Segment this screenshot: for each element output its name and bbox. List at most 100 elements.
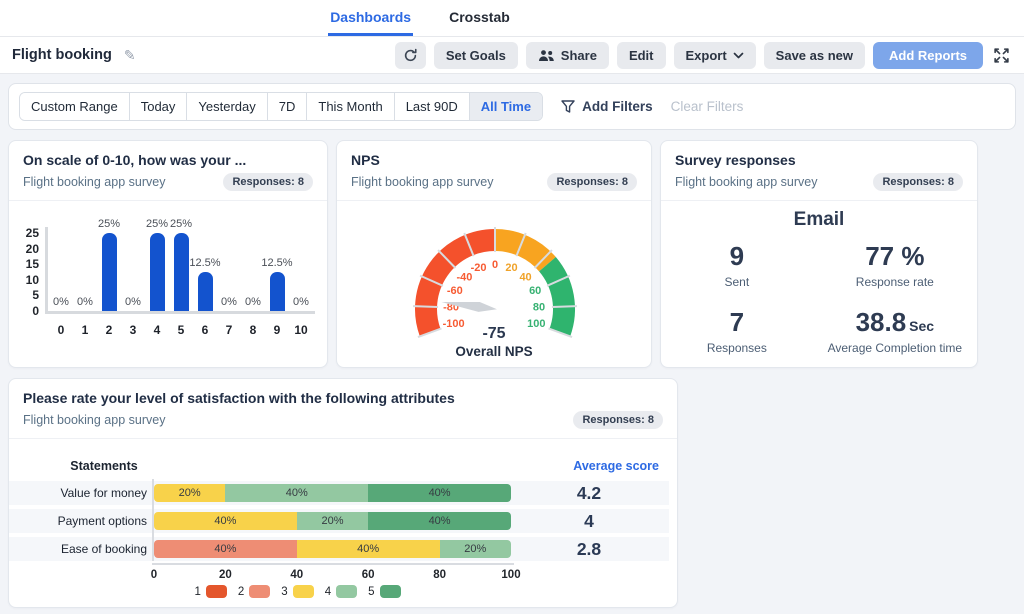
set-goals-label: Set Goals [446,48,506,63]
card-nps: NPS Flight booking app survey Responses:… [336,140,652,368]
save-as-new-label: Save as new [776,48,853,63]
rating-legend: 12345 [119,585,476,598]
stat-label: Response rate [813,275,977,289]
x-axis-label: 5 [169,323,193,337]
svg-text:40: 40 [519,271,531,283]
x-axis-line [45,311,315,314]
responses-badge: Responses: 8 [223,173,313,191]
legend-label: 2 [238,586,244,598]
x-axis-tick: 80 [425,569,455,581]
tab-crosstab[interactable]: Crosstab [447,0,512,36]
segment-rating-3: 20% [154,484,225,502]
bar-value-label: 12.5% [183,257,227,269]
legend-swatch [293,585,314,598]
card-subtitle: Flight booking app survey [675,175,817,189]
add-reports-label: Add Reports [889,48,967,63]
row-label: Value for money [9,481,147,505]
row-label: Payment options [9,509,147,533]
share-button[interactable]: Share [526,42,609,69]
row-label: Ease of booking [9,537,147,561]
x-axis-label: 6 [193,323,217,337]
average-score-column-header[interactable]: Average score [514,459,659,473]
legend-label: 5 [368,586,374,598]
segment-rating-5: 40% [368,512,511,530]
card-survey-responses: Survey responses Flight booking app surv… [660,140,978,368]
x-axis-tick: 0 [139,569,169,581]
satisfaction-stacked-chart: Statements Average score Value for money… [9,441,677,607]
svg-text:-60: -60 [447,285,463,297]
range-this-month[interactable]: This Month [307,93,394,120]
y-axis-tick: 15 [15,257,39,271]
stat-value: 38.8 [856,307,907,337]
stat-sent: 9 Sent [661,241,813,289]
segment-rating-2: 40% [154,540,297,558]
bar-value-label: 25% [159,218,203,230]
export-button[interactable]: Export [674,42,756,69]
legend-item-3: 3 [281,585,313,598]
range-7d[interactable]: 7D [268,93,308,120]
x-axis-label: 7 [217,323,241,337]
legend-swatch [206,585,227,598]
range-yesterday[interactable]: Yesterday [187,93,267,120]
add-reports-button[interactable]: Add Reports [873,42,983,69]
segment-rating-4: 20% [440,540,511,558]
clear-filters-button[interactable]: Clear Filters [671,99,744,114]
stat-responses: 7 Responses [661,307,813,355]
y-axis-tick: 5 [15,288,39,302]
stacked-bar: 40%20%40% [154,512,511,530]
bar-value-label: 12.5% [255,257,299,269]
y-axis-tick: 0 [15,304,39,318]
card-title: NPS [351,152,637,168]
range-last-90d[interactable]: Last 90D [395,93,470,120]
edit-label: Edit [629,48,654,63]
segment-rating-3: 40% [154,512,297,530]
range-today[interactable]: Today [130,93,188,120]
edit-title-pencil-icon[interactable]: ✎ [124,47,136,64]
card-satisfaction: Please rate your level of satisfaction w… [8,378,678,608]
stat-value: 9 [661,241,813,272]
nps-scale-bar-chart: 05101520250%00%125%20%325%425%512.5%60%7… [9,199,327,367]
stacked-bar: 20%40%40% [154,484,511,502]
legend-label: 3 [281,586,287,598]
average-score-value: 2.8 [519,537,659,561]
bar-4 [150,233,165,311]
svg-text:60: 60 [529,285,541,297]
stats-grid: 9 Sent 77 % Response rate 7 Responses 38… [661,241,977,355]
channel-title: Email [661,209,977,231]
segment-rating-4: 20% [297,512,368,530]
legend-item-2: 2 [238,585,270,598]
stat-value: 77 % [813,241,977,272]
edit-button[interactable]: Edit [617,42,666,69]
stacked-bar: 40%40%20% [154,540,511,558]
range-all-time[interactable]: All Time [470,93,542,120]
add-filters-button[interactable]: Add Filters [561,99,653,114]
svg-text:-20: -20 [471,262,487,274]
legend-swatch [380,585,401,598]
bar-value-label: 0% [111,296,155,308]
expand-icon [993,47,1010,64]
x-axis-tick: 60 [353,569,383,581]
stat-label: Sent [661,275,813,289]
segment-rating-3: 40% [297,540,440,558]
save-as-new-button[interactable]: Save as new [764,42,865,69]
responses-badge: Responses: 8 [573,411,663,429]
refresh-button[interactable] [395,42,426,69]
svg-text:20: 20 [505,262,517,274]
set-goals-button[interactable]: Set Goals [434,42,518,69]
x-axis-line [152,563,514,565]
bar-value-label: 0% [63,296,107,308]
card-nps-scale: On scale of 0-10, how was your ... Fligh… [8,140,328,368]
svg-text:80: 80 [533,301,545,313]
range-custom-range[interactable]: Custom Range [20,93,130,120]
tab-dashboards[interactable]: Dashboards [328,0,413,36]
legend-item-4: 4 [325,585,357,598]
nps-caption: Overall NPS [337,344,651,359]
fullscreen-button[interactable] [991,45,1012,66]
x-axis-label: 1 [73,323,97,337]
average-score-value: 4.2 [519,481,659,505]
dashboard-header: Flight booking ✎ Set Goals Share Edit Ex… [0,37,1024,74]
nps-value: -75 [337,325,651,343]
x-axis-label: 3 [121,323,145,337]
statements-column-header: Statements [49,459,159,473]
filter-bar: Custom RangeTodayYesterday7DThis MonthLa… [8,83,1016,130]
